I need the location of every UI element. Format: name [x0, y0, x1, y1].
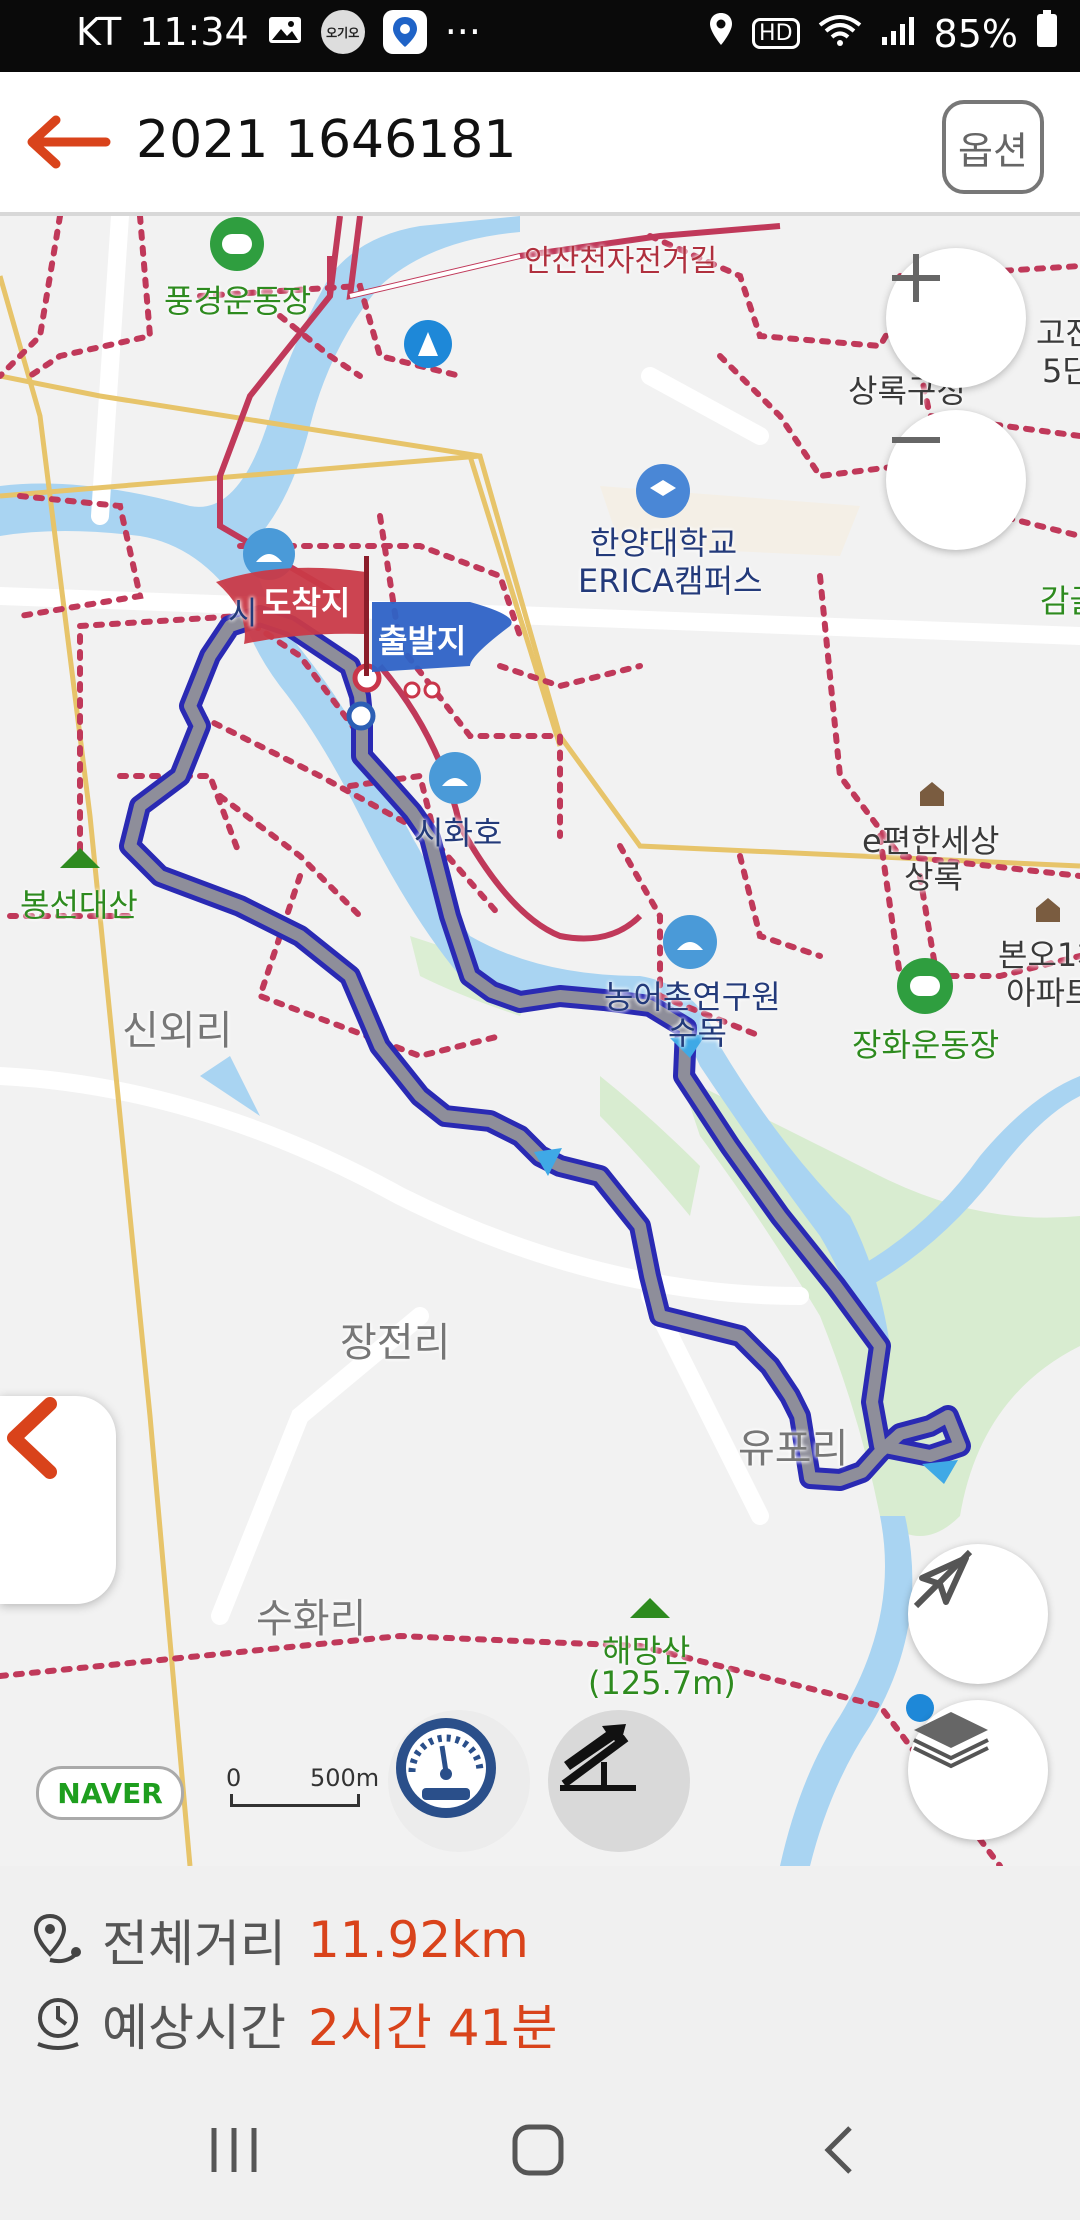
scale-zero: 0 — [226, 1764, 242, 1792]
slope-icon — [560, 1724, 636, 1791]
arrival-flag-label: 도착지 — [262, 584, 351, 622]
poi-sihwaho-upper: 시 — [228, 594, 258, 632]
zoom-out-button[interactable] — [886, 410, 1026, 550]
scale-bar — [230, 1794, 360, 1807]
map-view[interactable]: 안산천자전거길 풍경운동장 한양대학교 ERICA캠퍼스 상록구청 고잔 5단 … — [0, 216, 1080, 1866]
notification-app-icon: 오기오 — [320, 10, 365, 54]
status-bar: KT 11:34 오기오 ··· HD 85% — [0, 0, 1080, 72]
gallery-icon — [267, 10, 303, 54]
wifi-icon — [818, 12, 862, 56]
route-info-panel: 전체거리 11.92km 예상시간 2시간 41분 — [0, 1866, 1080, 2076]
speedometer-icon — [396, 1718, 496, 1818]
system-back-button[interactable] — [820, 2124, 860, 2180]
departure-flag-label: 출발지 — [378, 622, 467, 660]
area-jangjeon: 장전리 — [340, 1320, 451, 1366]
carrier-label: KT — [76, 10, 122, 54]
location-off-icon — [913, 1549, 973, 1609]
zoom-in-button[interactable] — [886, 248, 1026, 388]
back-arrow-icon[interactable] — [22, 112, 112, 172]
poi-gojan-5: 5단 — [1042, 352, 1080, 390]
more-notifications: ··· — [444, 10, 481, 54]
time-label: 예상시간 — [102, 1999, 286, 2057]
scale-distance: 500m — [310, 1764, 380, 1792]
options-button[interactable]: 옵션 — [942, 100, 1044, 194]
poi-gamgol: 감골 — [1040, 582, 1080, 620]
side-panel-toggle[interactable] — [0, 1396, 116, 1604]
system-nav-bar — [0, 2076, 1080, 2220]
back-chevron-icon — [824, 2126, 852, 2174]
area-suhwa: 수화리 — [256, 1596, 367, 1642]
poi-janghwa: 장화운동장 — [852, 1026, 1000, 1064]
poi-apartment: 아파트 — [1006, 974, 1080, 1012]
poi-bongseon: 봉선대산 — [20, 886, 138, 924]
minus-icon — [892, 437, 940, 443]
signal-icon — [880, 12, 916, 56]
recent-apps-button[interactable] — [206, 2124, 262, 2180]
road-label: 안산천자전거길 — [524, 244, 718, 279]
time-value: 2시간 41분 — [308, 1999, 558, 2057]
map-app-icon — [382, 10, 427, 54]
app-header: 2021 1646181 옵션 — [0, 72, 1080, 216]
layers-icon — [913, 1712, 989, 1769]
hd-indicator: HD — [752, 18, 800, 49]
distance-label: 전체거리 — [102, 1915, 286, 1973]
estimated-time-icon — [37, 1998, 79, 2050]
plus-icon — [892, 254, 940, 302]
poi-erica: ERICA캠퍼스 — [578, 562, 763, 600]
poi-haemang-height: (125.7m) — [588, 1664, 736, 1702]
recent-apps-icon — [211, 2128, 257, 2172]
clock: 11:34 — [139, 10, 249, 54]
distance-row: 전체거리 11.92km — [32, 1904, 529, 1976]
map-scale: 0 500m — [226, 1764, 380, 1820]
home-button[interactable] — [510, 2124, 566, 2180]
slope-button[interactable] — [548, 1710, 690, 1852]
speed-button[interactable] — [388, 1710, 530, 1852]
layers-button[interactable] — [908, 1700, 1048, 1840]
naver-logo: NAVER — [36, 1766, 184, 1820]
home-icon — [512, 2124, 564, 2176]
area-yupo: 유포리 — [738, 1426, 849, 1472]
poi-sihwaho: 시화호 — [414, 814, 503, 852]
battery-icon — [1036, 10, 1058, 57]
poi-fishery-2: 수목 — [668, 1014, 727, 1052]
poi-pungyeong: 풍경운동장 — [164, 282, 312, 320]
location-icon — [708, 11, 734, 56]
battery-percent: 85% — [933, 11, 1018, 56]
route-distance-icon — [33, 1913, 81, 1964]
distance-value: 11.92km — [308, 1911, 529, 1969]
poi-sangnok: 상록 — [904, 858, 963, 896]
area-sinoeri: 신외리 — [122, 1008, 233, 1054]
page-title: 2021 1646181 — [136, 110, 517, 170]
location-toggle-button[interactable] — [908, 1544, 1048, 1684]
chevron-left-icon — [7, 1397, 57, 1479]
time-row: 예상시간 2시간 41분 — [32, 1988, 557, 2060]
